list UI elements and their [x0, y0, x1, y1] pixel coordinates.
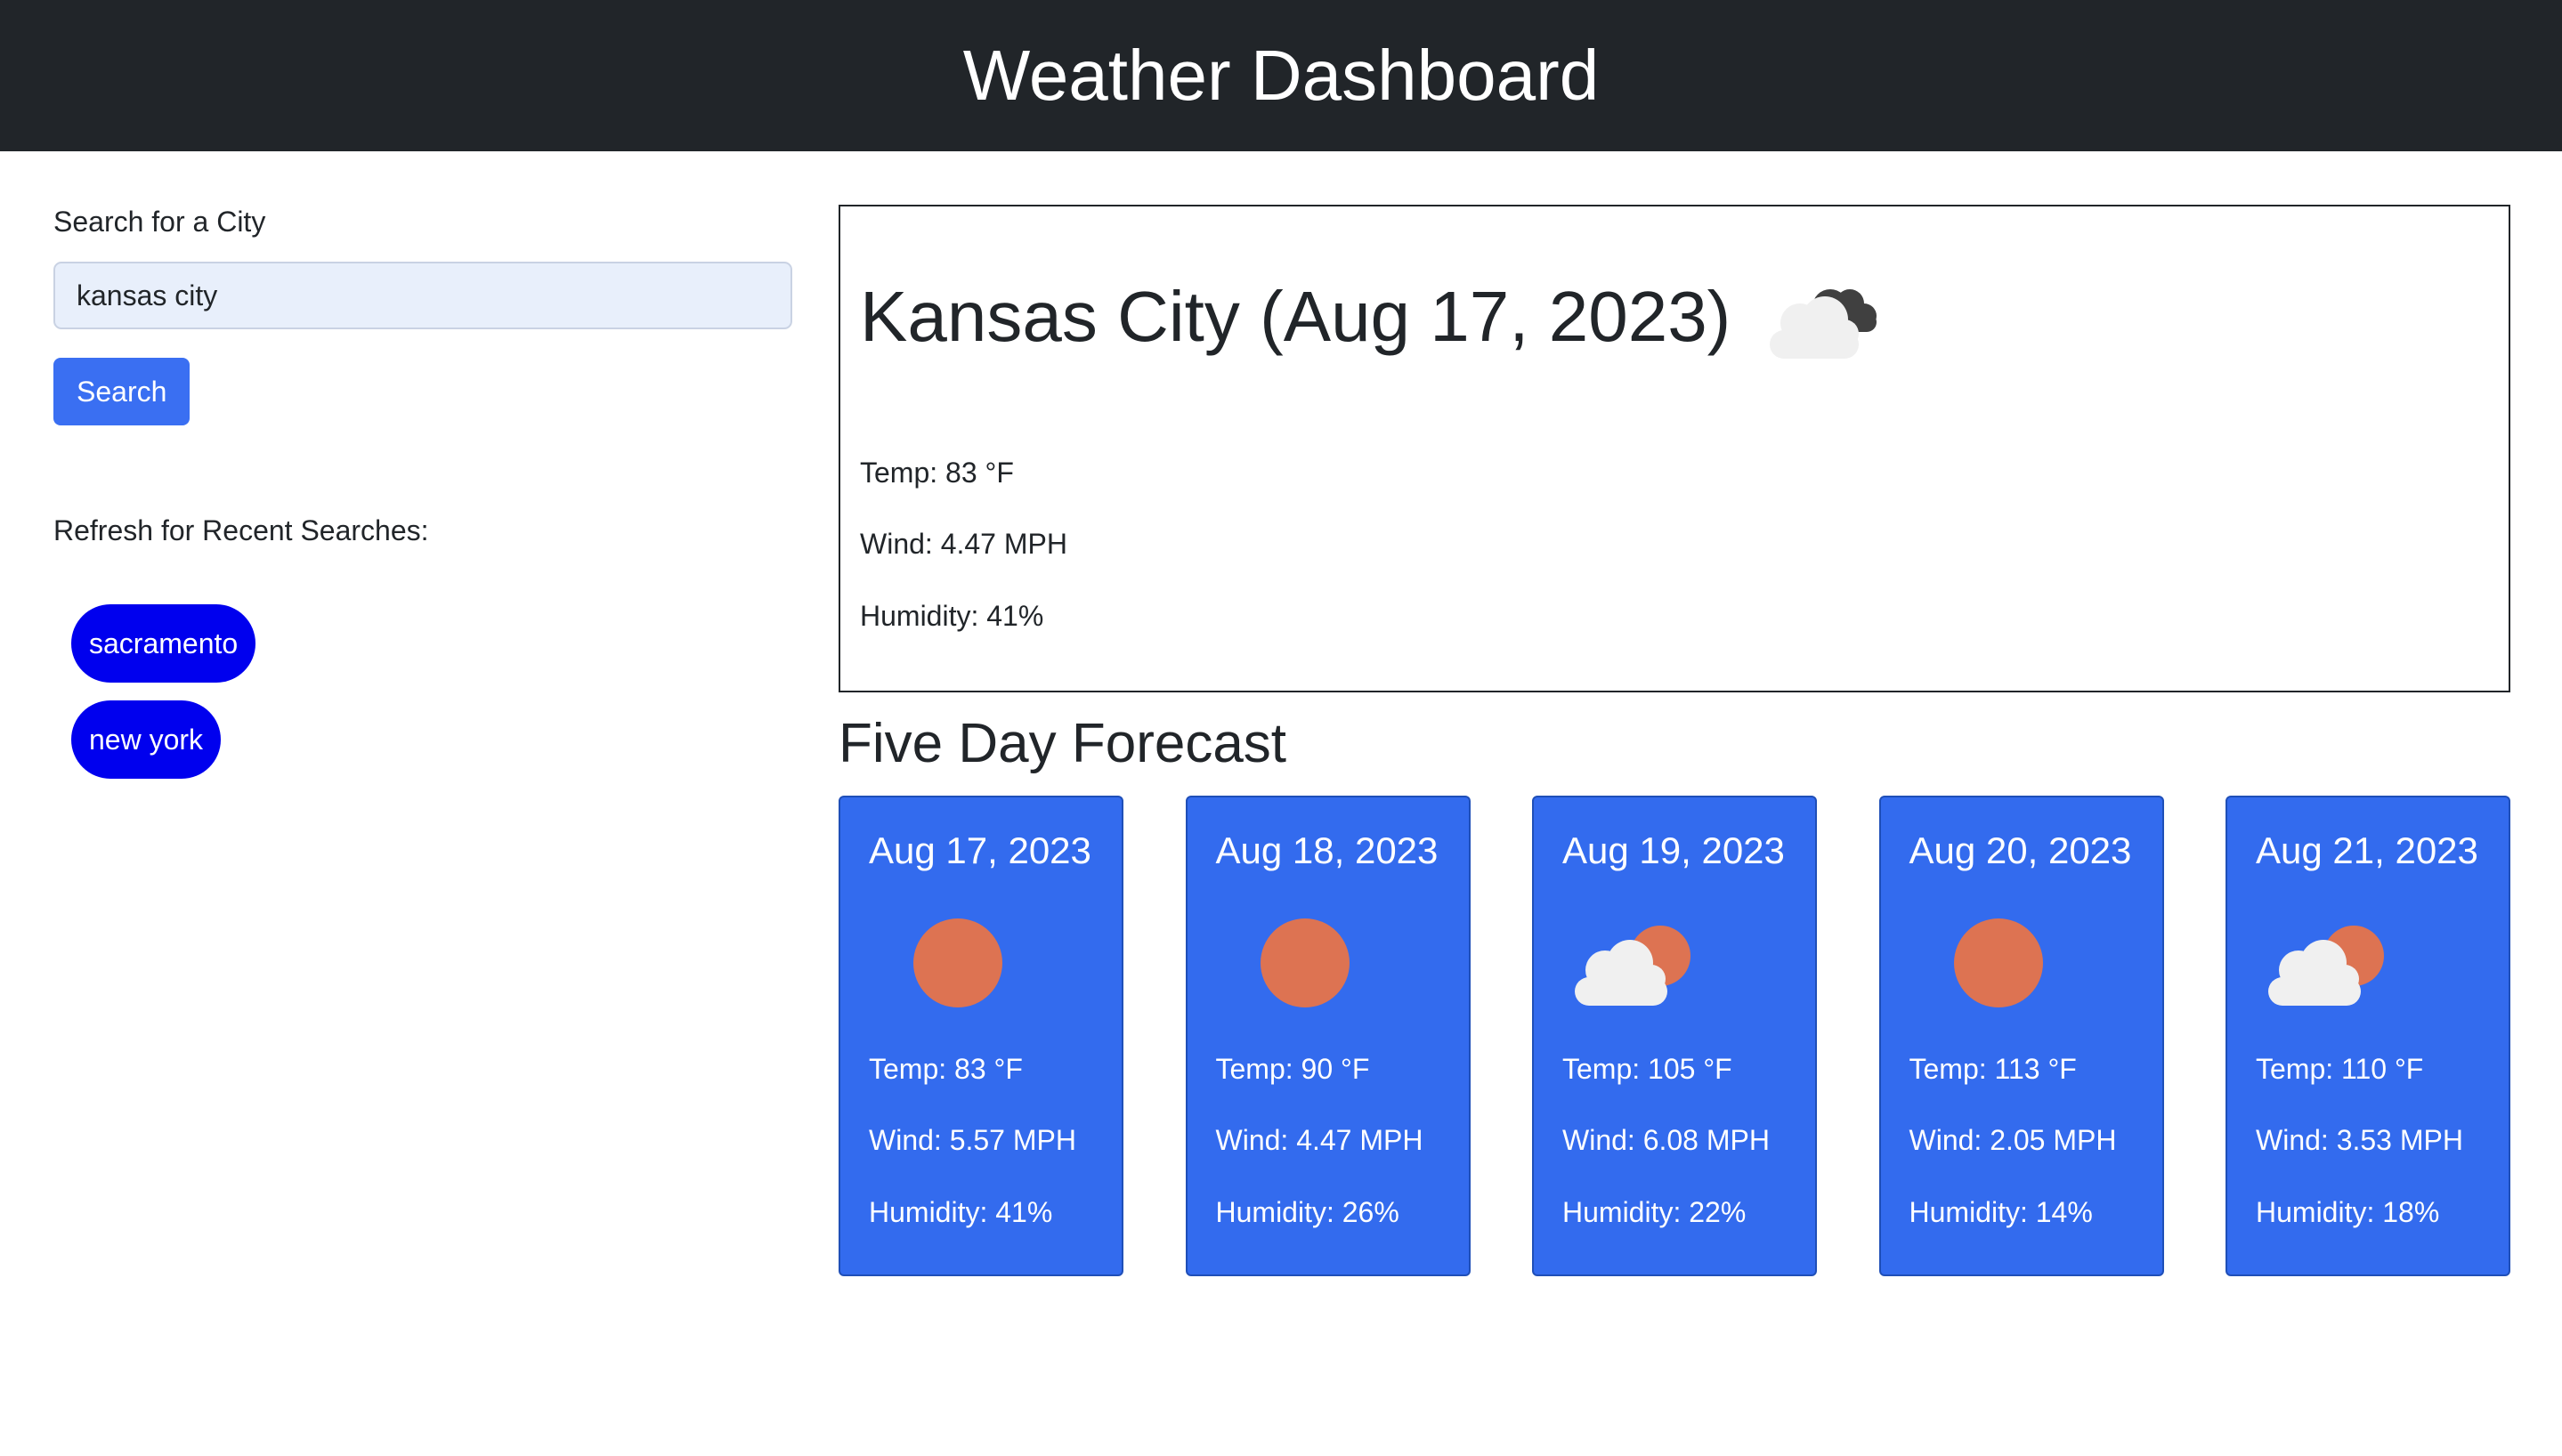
forecast-cards: Aug 17, 2023 Temp: 83 °F Wind: 5.57 MPH … [839, 796, 2510, 1276]
current-weather-header: Kansas City (Aug 17, 2023) [860, 263, 2489, 370]
forecast-date: Aug 18, 2023 [1215, 829, 1439, 871]
forecast-date: Aug 20, 2023 [1909, 829, 2132, 871]
forecast-wind: Wind: 4.47 MPH [1215, 1124, 1423, 1157]
forecast-humidity: Humidity: 41% [869, 1195, 1053, 1228]
search-panel: Search for a City Search Refresh for Rec… [53, 205, 792, 780]
clear-sky-icon [1953, 918, 2043, 1007]
forecast-temp: Temp: 110 °F [2256, 1053, 2424, 1085]
recent-search-sacramento[interactable]: sacramento [71, 604, 256, 684]
current-weather-stats: Temp: 83 °F Wind: 4.47 MPH Humidity: 41% [860, 456, 2489, 633]
forecast-temp: Temp: 105 °F [1562, 1053, 1732, 1085]
forecast-humidity: Humidity: 22% [1562, 1195, 1747, 1228]
recent-searches-list: sacramento new york [53, 604, 792, 780]
recent-searches-label: Refresh for Recent Searches: [53, 514, 429, 547]
current-temp: Temp: 83 °F [860, 457, 1014, 489]
forecast-wind: Wind: 6.08 MPH [1562, 1124, 1770, 1157]
forecast-card: Aug 17, 2023 Temp: 83 °F Wind: 5.57 MPH … [839, 796, 1123, 1276]
forecast-wind: Wind: 5.57 MPH [869, 1124, 1076, 1157]
city-search-input[interactable] [53, 262, 792, 330]
clear-sky-icon [913, 918, 1002, 1007]
current-wind: Wind: 4.47 MPH [860, 528, 1067, 561]
forecast-date: Aug 19, 2023 [1562, 829, 1785, 871]
clear-sky-icon [1260, 918, 1350, 1007]
few-clouds-icon [1575, 926, 1690, 1006]
recent-search-new-york[interactable]: new york [71, 700, 222, 780]
forecast-wind: Wind: 2.05 MPH [1909, 1124, 2117, 1157]
few-clouds-icon [2268, 926, 2384, 1006]
search-label: Search for a City [53, 206, 266, 238]
forecast-temp: Temp: 90 °F [1215, 1053, 1370, 1085]
forecast-temp: Temp: 83 °F [869, 1053, 1023, 1085]
forecast-humidity: Humidity: 18% [2256, 1195, 2440, 1228]
forecast-card: Aug 19, 2023 Temp: 105 °F Wind: 6.08 MPH… [1532, 796, 1817, 1276]
forecast-card: Aug 20, 2023 Temp: 113 °F Wind: 2.05 MPH… [1878, 796, 2164, 1276]
forecast-date: Aug 21, 2023 [2256, 829, 2478, 871]
forecast-temp: Temp: 113 °F [1909, 1053, 2077, 1085]
forecast-date: Aug 17, 2023 [869, 829, 1091, 871]
app-header: Weather Dashboard [0, 0, 2562, 151]
current-humidity: Humidity: 41% [860, 599, 1044, 632]
search-button[interactable]: Search [53, 358, 191, 426]
forecast-humidity: Humidity: 26% [1215, 1195, 1399, 1228]
current-weather-card: Kansas City (Aug 17, 2023) Temp: 83 °F W… [839, 205, 2510, 692]
forecast-title: Five Day Forecast [839, 713, 1287, 774]
forecast-card: Aug 21, 2023 Temp: 110 °F Wind: 3.53 MPH… [2226, 796, 2510, 1276]
current-city-heading: Kansas City (Aug 17, 2023) [860, 277, 1731, 356]
page-title: Weather Dashboard [962, 36, 1600, 115]
forecast-wind: Wind: 3.53 MPH [2256, 1124, 2463, 1157]
forecast-card: Aug 18, 2023 Temp: 90 °F Wind: 4.47 MPH … [1185, 796, 1471, 1276]
forecast-humidity: Humidity: 14% [1909, 1195, 2093, 1228]
broken-clouds-icon [1770, 289, 1877, 359]
